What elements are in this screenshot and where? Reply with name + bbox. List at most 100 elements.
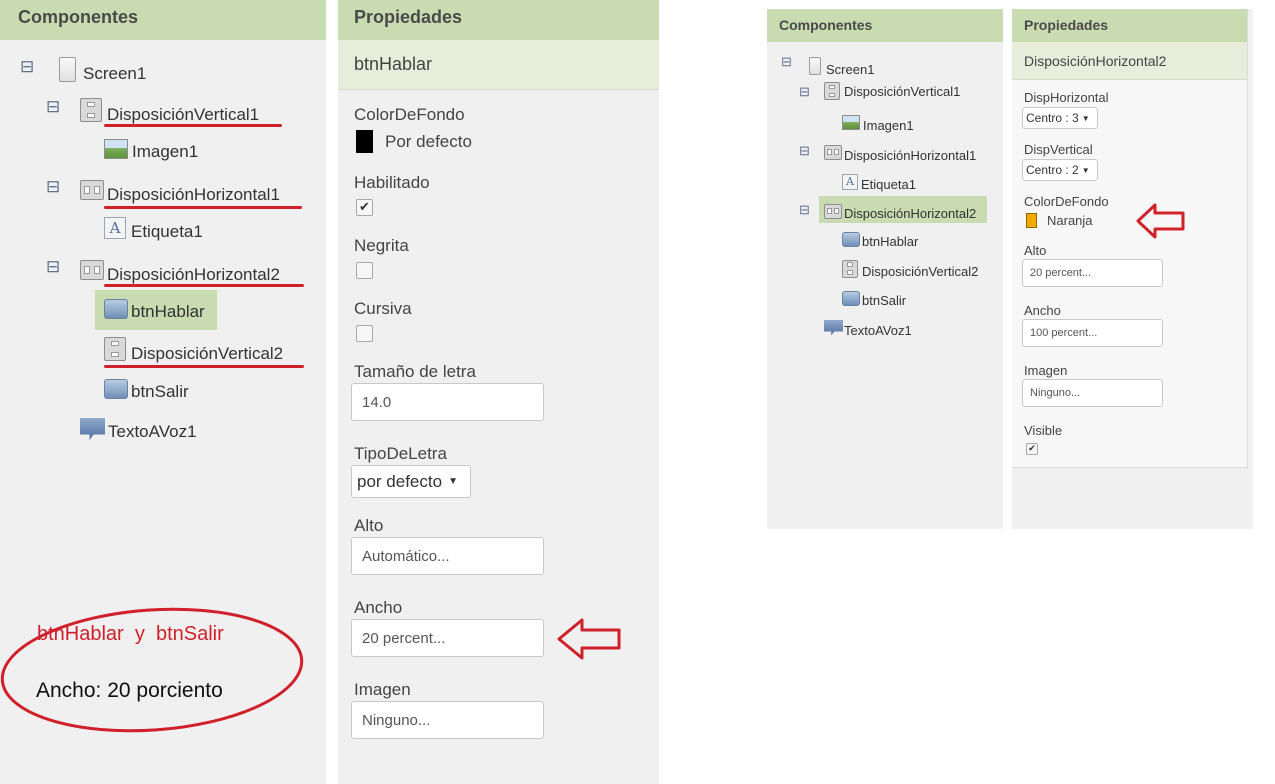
tree-item-label: DisposiciónHorizontal1 xyxy=(844,148,977,163)
annotation-ellipse xyxy=(0,607,304,733)
horizontal-arrangement-icon xyxy=(824,145,842,160)
alto-input[interactable]: Automático... xyxy=(351,537,544,575)
disphorizontal-dropdown[interactable]: Centro : 3 ▼ xyxy=(1022,107,1098,129)
tree-item-disposicionvertical2[interactable]: DisposiciónVertical2 xyxy=(842,258,978,279)
collapse-toggle-icon[interactable]: ⊟ xyxy=(799,202,810,218)
visible-checkbox[interactable]: ✔ xyxy=(1026,443,1038,455)
tree-item-label: btnHablar xyxy=(862,234,919,249)
tree-item-screen1[interactable]: Screen1 xyxy=(59,54,146,84)
tree-item-label: DisposiciónVertical1 xyxy=(844,83,961,99)
horizontal-arrangement-icon xyxy=(824,203,842,219)
tree-item-label: DisposiciónHorizontal1 xyxy=(107,185,280,204)
ancho-input[interactable]: 20 percent... xyxy=(351,619,544,657)
vertical-arrangement-icon xyxy=(80,98,102,122)
tree-item-label: DisposiciónVertical2 xyxy=(131,344,284,363)
label-icon: A xyxy=(842,173,858,190)
prop-label-imagen: Imagen xyxy=(354,680,411,699)
tree-item-label: Screen1 xyxy=(826,62,875,77)
prop-label-alto: Alto xyxy=(1024,243,1047,258)
image-icon xyxy=(842,115,860,130)
habilitado-checkbox[interactable]: ✔ xyxy=(356,199,373,216)
imagen-input[interactable]: Ninguno... xyxy=(351,701,544,739)
alto-input[interactable]: 20 percent... xyxy=(1022,259,1163,287)
red-arrow-icon xyxy=(557,618,621,660)
components-title: Componentes xyxy=(18,7,139,27)
negrita-checkbox[interactable] xyxy=(356,262,373,279)
tree-item-imagen1[interactable]: Imagen1 xyxy=(842,112,914,133)
tree-item-disposicionhorizontal2[interactable]: DisposiciónHorizontal2 xyxy=(824,201,976,221)
cursiva-checkbox[interactable] xyxy=(356,325,373,342)
prop-label-cursiva: Cursiva xyxy=(354,299,412,318)
left-components-panel: Componentes ⊟ Screen1 ⊟ DisposiciónVerti… xyxy=(0,0,326,784)
ancho-input[interactable]: 100 percent... xyxy=(1022,319,1163,347)
screen-icon xyxy=(809,56,821,75)
collapse-toggle-icon[interactable]: ⊟ xyxy=(46,257,60,277)
tree-item-disposicionvertical1[interactable]: DisposiciónVertical1 xyxy=(80,95,259,125)
tree-item-textoavoz1[interactable]: TextoAVoz1 xyxy=(80,416,197,442)
vertical-arrangement-icon xyxy=(104,337,126,361)
right-components-panel: Componentes ⊟ Screen1 ⊟ DisposiciónVerti… xyxy=(767,9,1003,529)
selected-component-header: DisposiciónHorizontal2 xyxy=(1012,42,1247,80)
tree-item-disposicionvertical1[interactable]: DisposiciónVertical1 xyxy=(824,82,960,100)
tree-item-btnsalir[interactable]: btnSalir xyxy=(104,376,189,402)
collapse-toggle-icon[interactable]: ⊟ xyxy=(799,143,810,159)
red-underline xyxy=(104,365,304,368)
collapse-toggle-icon[interactable]: ⊟ xyxy=(799,84,810,100)
tree-item-screen1[interactable]: Screen1 xyxy=(809,54,874,77)
properties-title: Propiedades xyxy=(354,7,463,27)
tree-item-label: DisposiciónVertical2 xyxy=(862,264,979,279)
selected-component-name: btnHablar xyxy=(354,54,433,74)
tree-item-label: btnHablar xyxy=(131,302,205,321)
tree-item-btnhablar[interactable]: btnHablar xyxy=(104,296,205,322)
prop-label-alto: Alto xyxy=(354,516,384,535)
collapse-toggle-icon[interactable]: ⊟ xyxy=(46,177,60,197)
vertical-arrangement-icon xyxy=(842,259,858,278)
components-header: Componentes xyxy=(0,0,326,40)
tipodeletra-dropdown[interactable]: por defecto ▼ xyxy=(351,465,471,498)
selected-component-name: DisposiciónHorizontal2 xyxy=(1024,53,1167,69)
text-to-speech-icon xyxy=(80,418,105,440)
components-header: Componentes xyxy=(767,9,1003,42)
tree-item-label: DisposiciónVertical1 xyxy=(107,105,260,124)
prop-value-colordefondo[interactable]: Naranja xyxy=(1047,213,1093,228)
tree-item-imagen1[interactable]: Imagen1 xyxy=(104,136,198,162)
prop-label-colordefondo: ColorDeFondo xyxy=(1024,194,1109,209)
tree-item-label: Etiqueta1 xyxy=(131,222,203,241)
prop-label-imagen: Imagen xyxy=(1024,363,1068,378)
tree-item-disposicionhorizontal1[interactable]: DisposiciónHorizontal1 xyxy=(80,175,280,205)
collapse-toggle-icon[interactable]: ⊟ xyxy=(46,97,60,117)
imagen-input[interactable]: Ninguno... xyxy=(1022,379,1163,407)
components-title: Componentes xyxy=(779,17,873,33)
tree-item-disposicionhorizontal2[interactable]: DisposiciónHorizontal2 xyxy=(80,255,280,285)
dropdown-value: por defecto xyxy=(357,471,443,491)
prop-value-colordefondo[interactable]: Por defecto xyxy=(385,132,472,152)
prop-label-tamano: Tamaño de letra xyxy=(354,362,476,381)
tree-item-etiqueta1[interactable]: A Etiqueta1 xyxy=(842,171,916,192)
color-swatch[interactable] xyxy=(1026,213,1037,228)
button-icon xyxy=(842,232,860,247)
prop-label-disphorizontal: DispHorizontal xyxy=(1024,90,1109,105)
prop-label-ancho: Ancho xyxy=(354,598,403,617)
prop-label-negrita: Negrita xyxy=(354,236,409,255)
tree-item-btnsalir[interactable]: btnSalir xyxy=(842,289,906,308)
image-icon xyxy=(104,139,128,159)
tree-item-btnhablar[interactable]: btnHablar xyxy=(842,230,918,249)
label-icon: A xyxy=(104,217,126,239)
tree-item-label: btnSalir xyxy=(131,382,189,401)
collapse-toggle-icon[interactable]: ⊟ xyxy=(20,57,34,77)
tree-item-textoavoz1[interactable]: TextoAVoz1 xyxy=(824,317,912,338)
tree-item-etiqueta1[interactable]: A Etiqueta1 xyxy=(104,214,203,242)
selected-component-header: btnHablar xyxy=(338,40,659,90)
tree-item-disposicionvertical2[interactable]: DisposiciónVertical2 xyxy=(104,334,283,364)
collapse-toggle-icon[interactable]: ⊟ xyxy=(781,54,792,70)
tree-item-label: Etiqueta1 xyxy=(861,177,916,192)
prop-label-tipodeletra: TipoDeLetra xyxy=(354,444,447,463)
dispvertical-dropdown[interactable]: Centro : 2 ▼ xyxy=(1022,159,1098,181)
tamano-input[interactable]: 14.0 xyxy=(351,383,544,421)
prop-label-habilitado: Habilitado xyxy=(354,173,430,192)
tree-item-disposicionhorizontal1[interactable]: DisposiciónHorizontal1 xyxy=(824,142,976,163)
red-underline xyxy=(104,206,302,209)
color-swatch[interactable] xyxy=(356,130,373,153)
screen-icon xyxy=(59,56,76,82)
horizontal-arrangement-icon xyxy=(80,180,104,200)
